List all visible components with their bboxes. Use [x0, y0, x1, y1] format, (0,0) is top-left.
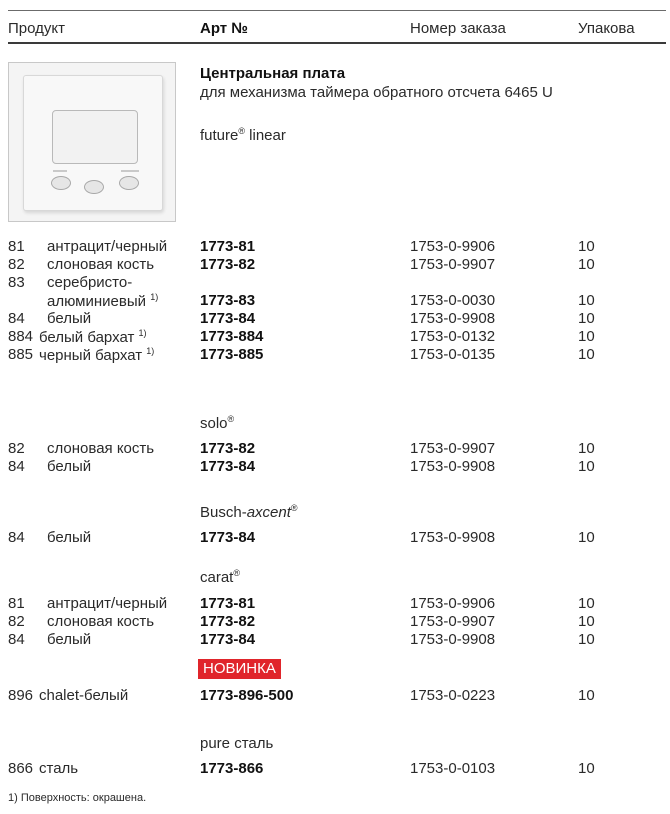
product-title: Центральная плата [200, 65, 346, 82]
minus-button-icon [51, 176, 71, 190]
plus-button-icon [119, 176, 139, 190]
table-row: 84 белый 1773-84 1753-0-9908 10 [8, 529, 595, 546]
table-row: алюминиевый 1) 1773-83 1753-0-0030 10 [47, 292, 595, 310]
table-row: 885 черный бархат 1) 1773-885 1753-0-013… [8, 346, 595, 364]
new-badge: НОВИНКА [198, 659, 281, 679]
table-row: 896 chalet-белый 1773-896-500 1753-0-022… [8, 687, 595, 704]
top-rule [8, 10, 666, 11]
table-row: 81 антрацит/черный 1773-81 1753-0-9906 1… [8, 238, 595, 255]
footnote: 1) Поверхность: окрашена. [8, 792, 147, 804]
table-row: 82 слоновая кость 1773-82 1753-0-9907 10 [8, 613, 595, 630]
header-pack: Упакова [578, 20, 635, 37]
middle-button-icon [84, 180, 104, 194]
product-subtitle: для механизма таймера обратного отсчета … [200, 84, 553, 101]
table-row: 866 сталь 1773-866 1753-0-0103 10 [8, 760, 595, 777]
table-row: 83 серебристо- [8, 274, 133, 291]
series-future-linear: future® linear [200, 126, 286, 144]
header-rule [8, 42, 666, 44]
table-row: 81 антрацит/черный 1773-81 1753-0-9906 1… [8, 595, 595, 612]
header-art: Арт № [200, 20, 249, 37]
table-row: 84 белый 1773-84 1753-0-9908 10 [8, 310, 595, 327]
series-solo: solo® [200, 414, 235, 432]
table-row: 82 слоновая кость 1773-82 1753-0-9907 10 [8, 440, 595, 457]
header-order: Номер заказа [410, 20, 506, 37]
display-window [52, 110, 138, 164]
product-image [8, 62, 176, 222]
header-product: Продукт [8, 20, 65, 37]
series-busch-axcent: Busch-axcent® [200, 503, 298, 521]
table-row: 84 белый 1773-84 1753-0-9908 10 [8, 458, 595, 475]
table-row: 884 белый бархат 1) 1773-884 1753-0-0132… [8, 328, 595, 346]
cover-plate [23, 75, 163, 211]
series-carat: carat® [200, 568, 240, 586]
series-pure-steel: pure сталь [200, 735, 274, 752]
table-row: 82 слоновая кость 1773-82 1753-0-9907 10 [8, 256, 595, 273]
table-row: 84 белый 1773-84 1753-0-9908 10 [8, 631, 595, 648]
